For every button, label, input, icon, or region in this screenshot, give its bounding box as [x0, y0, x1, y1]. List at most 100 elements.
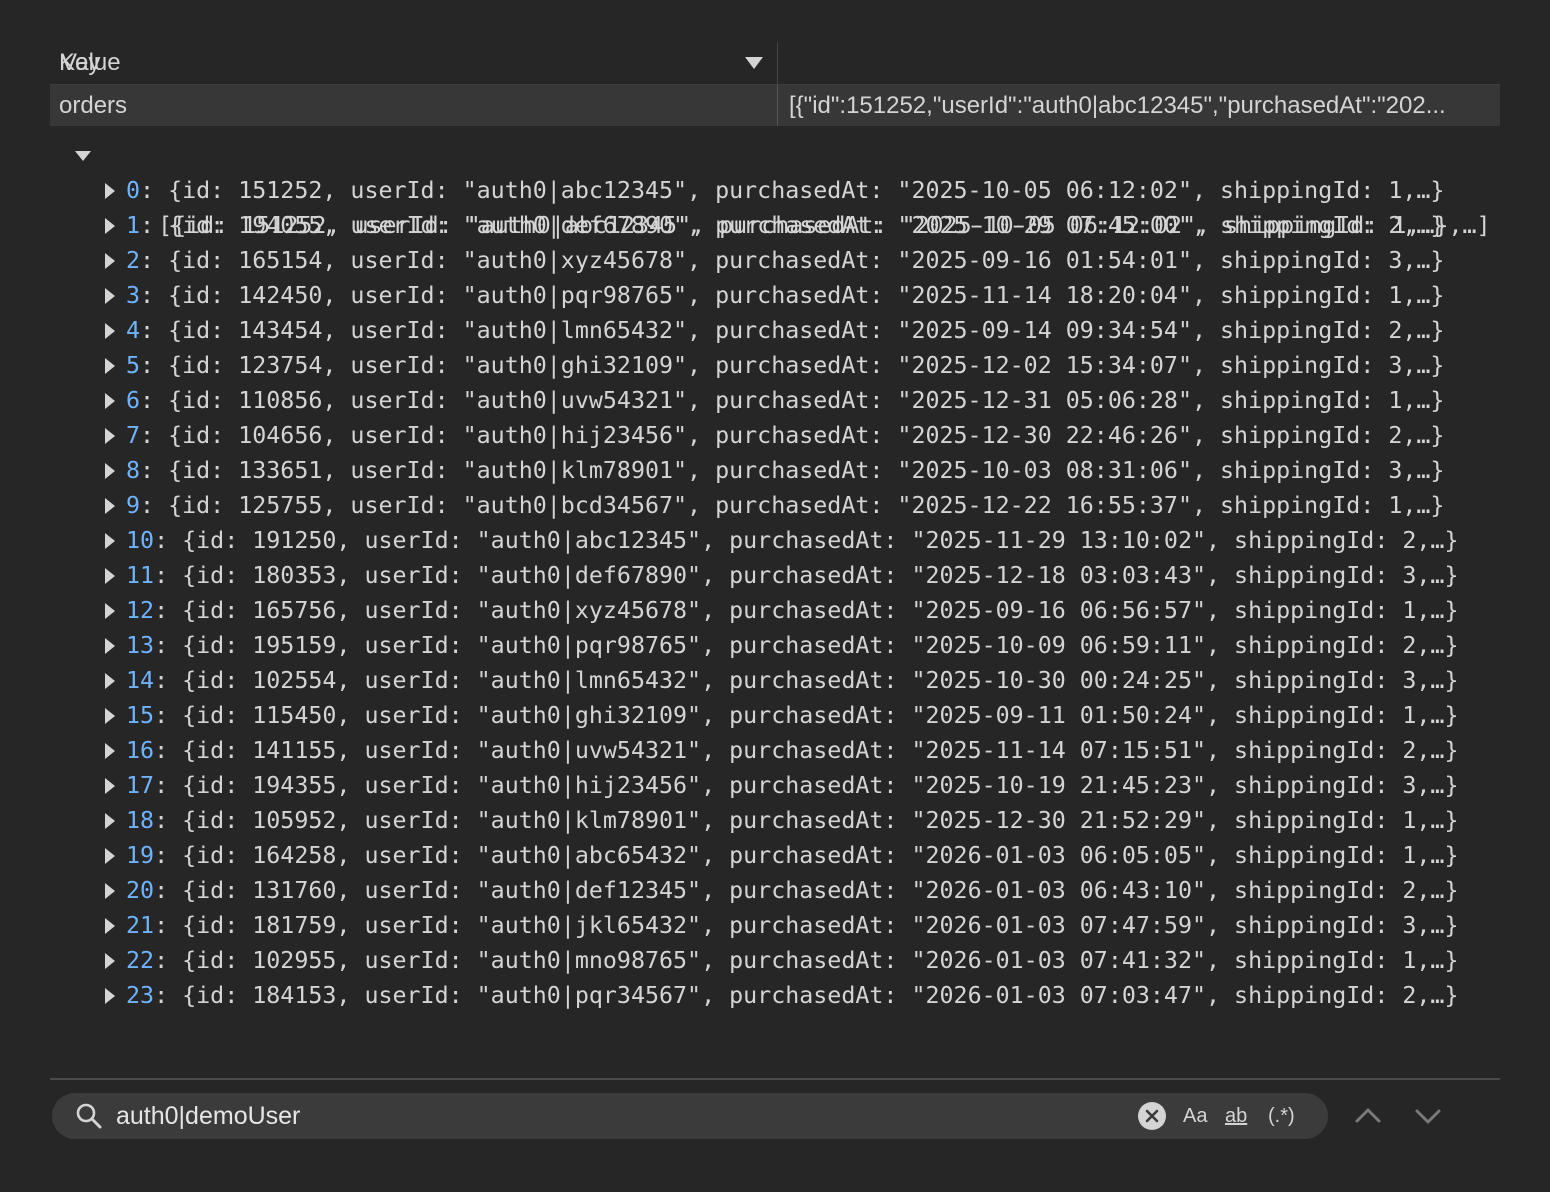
search-bar: Aa ab (.*) — [52, 1093, 1328, 1139]
tree-item-text: : {id: 194355, userId: "auth0|hij23456",… — [154, 772, 1459, 799]
tree-item-index: 5 — [126, 352, 141, 379]
sort-descending-icon[interactable] — [745, 57, 763, 69]
tree-item-index: 10 — [126, 527, 155, 554]
expand-triangle-down-icon[interactable] — [75, 151, 91, 161]
tree-item-text: : {id: 184153, userId: "auth0|pqr34567",… — [154, 982, 1459, 1009]
search-icon — [76, 1103, 102, 1129]
expand-triangle-right-icon[interactable] — [105, 393, 115, 409]
tree-item-text: : {id: 102955, userId: "auth0|mno98765",… — [154, 947, 1459, 974]
tree-item-index: 13 — [126, 632, 155, 659]
expand-triangle-right-icon[interactable] — [105, 638, 115, 654]
column-header-key[interactable]: Key — [50, 42, 778, 84]
row-key-text: orders — [59, 92, 128, 119]
tree-item-text: : {id: 191250, userId: "auth0|abc12345",… — [154, 527, 1459, 554]
tree-item-node[interactable]: 1: {id: 194055, userId: "auth0|def67890"… — [70, 208, 1510, 243]
expand-triangle-right-icon[interactable] — [105, 568, 115, 584]
tree-item-node[interactable]: 23: {id: 184153, userId: "auth0|pqr34567… — [70, 978, 1510, 1013]
tree-item-node[interactable]: 2: {id: 165154, userId: "auth0|xyz45678"… — [70, 243, 1510, 278]
expand-triangle-right-icon[interactable] — [105, 323, 115, 339]
expand-triangle-right-icon[interactable] — [105, 918, 115, 934]
expand-triangle-right-icon[interactable] — [105, 813, 115, 829]
tree-item-index: 15 — [126, 702, 155, 729]
tree-item-node[interactable]: 21: {id: 181759, userId: "auth0|jkl65432… — [70, 908, 1510, 943]
tree-item-node[interactable]: 13: {id: 195159, userId: "auth0|pqr98765… — [70, 628, 1510, 663]
tree-item-index: 1 — [126, 212, 141, 239]
tree-item-node[interactable]: 18: {id: 105952, userId: "auth0|klm78901… — [70, 803, 1510, 838]
tree-item-text: : {id: 104656, userId: "auth0|hij23456",… — [140, 422, 1445, 449]
regex-toggle[interactable]: (.*) — [1268, 1102, 1295, 1130]
expand-triangle-right-icon[interactable] — [105, 708, 115, 724]
tree-item-text: : {id: 194055, userId: "auth0|def67890",… — [140, 212, 1445, 239]
previous-match-chevron-up-icon[interactable] — [1350, 1098, 1386, 1134]
expand-triangle-right-icon[interactable] — [105, 428, 115, 444]
tree-item-node[interactable]: 20: {id: 131760, userId: "auth0|def12345… — [70, 873, 1510, 908]
tree-item-index: 20 — [126, 877, 155, 904]
expand-triangle-right-icon[interactable] — [105, 743, 115, 759]
tree-item-text: : {id: 180353, userId: "auth0|def67890",… — [154, 562, 1459, 589]
tree-item-node[interactable]: 16: {id: 141155, userId: "auth0|uvw54321… — [70, 733, 1510, 768]
tree-item-index: 7 — [126, 422, 141, 449]
tree-item-text: : {id: 165756, userId: "auth0|xyz45678",… — [154, 597, 1459, 624]
tree-item-node[interactable]: 12: {id: 165756, userId: "auth0|xyz45678… — [70, 593, 1510, 628]
expand-triangle-right-icon[interactable] — [105, 953, 115, 969]
tree-item-text: : {id: 164258, userId: "auth0|abc65432",… — [154, 842, 1459, 869]
tree-item-index: 23 — [126, 982, 155, 1009]
tree-item-text: : {id: 151252, userId: "auth0|abc12345",… — [140, 177, 1445, 204]
table-cell-key: orders — [50, 85, 778, 126]
expand-triangle-right-icon[interactable] — [105, 883, 115, 899]
search-input[interactable] — [116, 1099, 1116, 1133]
tree-item-text: : {id: 115450, userId: "auth0|ghi32109",… — [154, 702, 1459, 729]
expand-triangle-right-icon[interactable] — [105, 848, 115, 864]
tree-item-text: : {id: 125755, userId: "auth0|bcd34567",… — [140, 492, 1445, 519]
tree-item-index: 18 — [126, 807, 155, 834]
tree-item-text: : {id: 131760, userId: "auth0|def12345",… — [154, 877, 1459, 904]
tree-item-index: 3 — [126, 282, 141, 309]
tree-item-node[interactable]: 17: {id: 194355, userId: "auth0|hij23456… — [70, 768, 1510, 803]
expand-triangle-right-icon[interactable] — [105, 463, 115, 479]
clear-search-icon[interactable] — [1138, 1102, 1166, 1130]
tree-item-node[interactable]: 11: {id: 180353, userId: "auth0|def67890… — [70, 558, 1510, 593]
tree-item-text: : {id: 110856, userId: "auth0|uvw54321",… — [140, 387, 1445, 414]
expand-triangle-right-icon[interactable] — [105, 533, 115, 549]
tree-item-node[interactable]: 8: {id: 133651, userId: "auth0|klm78901"… — [70, 453, 1510, 488]
tree-item-text: : {id: 195159, userId: "auth0|pqr98765",… — [154, 632, 1459, 659]
tree-item-index: 8 — [126, 457, 141, 484]
tree-item-node[interactable]: 22: {id: 102955, userId: "auth0|mno98765… — [70, 943, 1510, 978]
tree-item-text: : {id: 141155, userId: "auth0|uvw54321",… — [154, 737, 1459, 764]
tree-item-index: 14 — [126, 667, 155, 694]
tree-item-node[interactable]: 14: {id: 102554, userId: "auth0|lmn65432… — [70, 663, 1510, 698]
tree-item-node[interactable]: 9: {id: 125755, userId: "auth0|bcd34567"… — [70, 488, 1510, 523]
column-header-value[interactable]: Value — [61, 42, 1500, 84]
tree-item-node[interactable]: 15: {id: 115450, userId: "auth0|ghi32109… — [70, 698, 1510, 733]
expand-triangle-right-icon[interactable] — [105, 253, 115, 269]
expand-triangle-right-icon[interactable] — [105, 603, 115, 619]
tree-item-node[interactable]: 10: {id: 191250, userId: "auth0|abc12345… — [70, 523, 1510, 558]
whole-word-toggle[interactable]: ab — [1225, 1102, 1247, 1130]
expand-triangle-right-icon[interactable] — [105, 183, 115, 199]
expand-triangle-right-icon[interactable] — [105, 218, 115, 234]
expand-triangle-right-icon[interactable] — [105, 288, 115, 304]
row-value-text: [{"id":151252,"userId":"auth0|abc12345",… — [789, 92, 1446, 119]
tree-item-index: 4 — [126, 317, 141, 344]
next-match-chevron-down-icon[interactable] — [1410, 1098, 1446, 1134]
panel-divider — [50, 1078, 1500, 1080]
expand-triangle-right-icon[interactable] — [105, 988, 115, 1004]
tree-item-node[interactable]: 3: {id: 142450, userId: "auth0|pqr98765"… — [70, 278, 1510, 313]
tree-item-node[interactable]: 0: {id: 151252, userId: "auth0|abc12345"… — [70, 173, 1510, 208]
tree-item-node[interactable]: 5: {id: 123754, userId: "auth0|ghi32109"… — [70, 348, 1510, 383]
column-header-value-label: Value — [61, 49, 121, 76]
expand-triangle-right-icon[interactable] — [105, 358, 115, 374]
tree-item-index: 12 — [126, 597, 155, 624]
tree-item-text: : {id: 142450, userId: "auth0|pqr98765",… — [140, 282, 1445, 309]
tree-item-index: 0 — [126, 177, 141, 204]
tree-item-node[interactable]: 6: {id: 110856, userId: "auth0|uvw54321"… — [70, 383, 1510, 418]
expand-triangle-right-icon[interactable] — [105, 498, 115, 514]
tree-item-node[interactable]: 7: {id: 104656, userId: "auth0|hij23456"… — [70, 418, 1510, 453]
match-case-toggle[interactable]: Aa — [1183, 1102, 1207, 1130]
expand-triangle-right-icon[interactable] — [105, 778, 115, 794]
tree-item-node[interactable]: 4: {id: 143454, userId: "auth0|lmn65432"… — [70, 313, 1510, 348]
tree-root-node[interactable]: [{id: 151252, userId: "auth0|abc12345", … — [70, 138, 1510, 239]
tree-item-node[interactable]: 19: {id: 164258, userId: "auth0|abc65432… — [70, 838, 1510, 873]
table-row-selected[interactable]: orders [{"id":151252,"userId":"auth0|abc… — [50, 85, 1500, 126]
expand-triangle-right-icon[interactable] — [105, 673, 115, 689]
